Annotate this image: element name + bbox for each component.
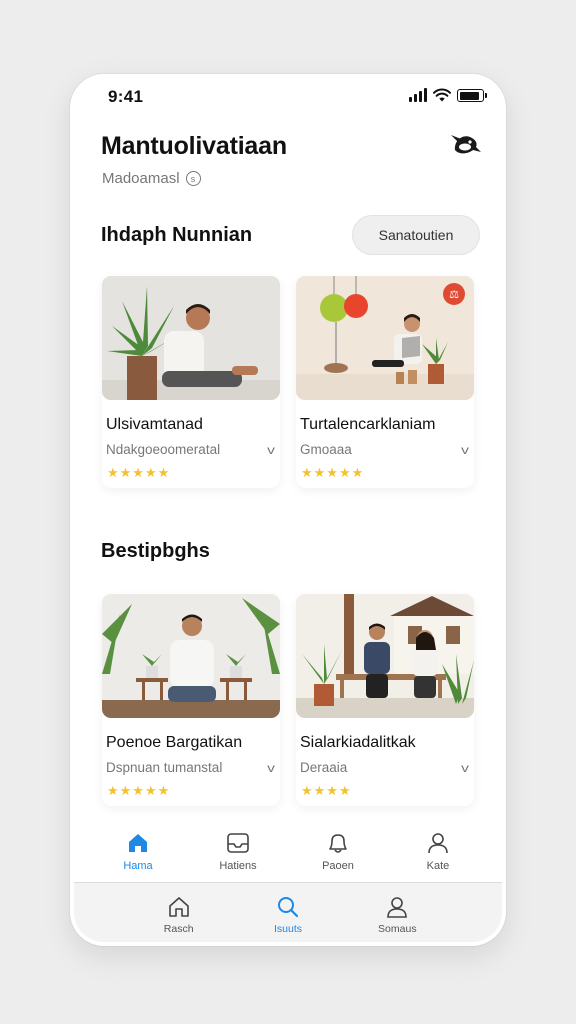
chevron-down-icon[interactable]: v — [267, 761, 275, 775]
tab-inbox[interactable]: Hatiens — [203, 824, 273, 882]
section-header-best: Bestipbghs — [101, 540, 210, 562]
bottom-tab-label: Somaus — [378, 923, 417, 935]
tab-home[interactable]: Hama — [103, 824, 173, 882]
inbox-icon — [227, 833, 249, 853]
tab-label: Paoen — [322, 860, 354, 872]
filter-button[interactable]: Sanatoutien — [352, 215, 480, 255]
listing-card-2[interactable]: ⚖ Turtalencarklaniam Gmoaaa v ★★★★★ — [296, 276, 474, 488]
search-icon — [277, 897, 299, 918]
wifi-icon — [433, 88, 451, 102]
info-icon[interactable]: s — [185, 171, 201, 186]
battery-icon — [457, 89, 487, 102]
signal-icon — [409, 88, 427, 102]
bottom-tab-user[interactable]: Somaus — [357, 883, 437, 942]
card-title: Sialarkiadalitkak — [300, 734, 416, 751]
bird-icon[interactable] — [448, 128, 482, 162]
home-icon — [129, 834, 147, 852]
tab-label: Hama — [123, 860, 153, 872]
tab-label: Hatiens — [219, 860, 257, 872]
card-subtitle-row: Ndakgoeoomeratal v — [106, 442, 280, 457]
bell-icon — [329, 834, 347, 853]
card-subtitle: Deraaia — [300, 760, 348, 775]
star-rating: ★★★★ — [301, 783, 352, 798]
card-subtitle-row: Gmoaaa v — [300, 442, 474, 457]
tab-label: Kate — [426, 860, 450, 872]
tab-bar: Hama Hatiens Paoen Kate — [70, 824, 506, 882]
phone-frame: 9:41 Mantuolivatiaan Madoamasl s Ihdaph … — [70, 74, 506, 946]
card-image-1 — [102, 276, 280, 400]
listing-card-3[interactable]: Poenoe Bargatikan Dspnuan tumanstal v ★★… — [102, 594, 280, 806]
chevron-down-icon[interactable]: v — [461, 761, 469, 775]
bottom-tab-home[interactable]: Rasch — [139, 883, 219, 942]
profile-icon — [428, 833, 448, 854]
card-image-2: ⚖ — [296, 276, 474, 400]
card-subtitle: Dspnuan tumanstal — [106, 760, 223, 775]
card-title: Poenoe Bargatikan — [106, 734, 243, 751]
chevron-down-icon[interactable]: v — [461, 443, 469, 457]
card-image-4 — [296, 594, 474, 718]
card-image-3 — [102, 594, 280, 718]
card-title: Turtalencarklaniam — [300, 416, 436, 433]
star-rating: ★★★★★ — [107, 783, 171, 798]
star-rating: ★★★★★ — [301, 465, 365, 480]
page-subtitle: Madoamasl s — [102, 170, 201, 187]
status-time: 9:41 — [108, 87, 144, 106]
bottom-nav-bar: Rasch Isuuts Somaus — [74, 882, 502, 942]
card-subtitle: Gmoaaa — [300, 442, 352, 457]
chevron-down-icon[interactable]: v — [267, 443, 275, 457]
listing-card-4[interactable]: Sialarkiadalitkak Deraaia v ★★★★ — [296, 594, 474, 806]
card-title: Ulsivamtanad — [106, 416, 203, 433]
status-icons — [409, 88, 487, 102]
listing-card-1[interactable]: Ulsivamtanad Ndakgoeoomeratal v ★★★★★ — [102, 276, 280, 488]
card-subtitle: Ndakgoeoomeratal — [106, 442, 221, 457]
tab-profile[interactable]: Kate — [403, 824, 473, 882]
bottom-tab-label: Isuuts — [273, 923, 302, 935]
svg-text:⚖: ⚖ — [449, 288, 459, 301]
user-icon — [387, 897, 408, 918]
battery-level — [459, 91, 480, 100]
tab-notifications[interactable]: Paoen — [303, 824, 373, 882]
card-subtitle-row: Dspnuan tumanstal v — [106, 760, 280, 775]
subtitle-text: Madoamasl — [102, 170, 180, 187]
bottom-tab-search[interactable]: Isuuts — [248, 883, 328, 942]
status-bar: 9:41 — [70, 74, 506, 120]
bottom-tab-label: Rasch — [163, 923, 194, 935]
page-title: Mantuolivatiaan — [101, 132, 287, 160]
star-rating: ★★★★★ — [107, 465, 171, 480]
card-subtitle-row: Deraaia v — [300, 760, 474, 775]
home-outline-icon — [168, 897, 189, 917]
section-header-featured: Ihdaph Nunnian — [101, 224, 253, 246]
